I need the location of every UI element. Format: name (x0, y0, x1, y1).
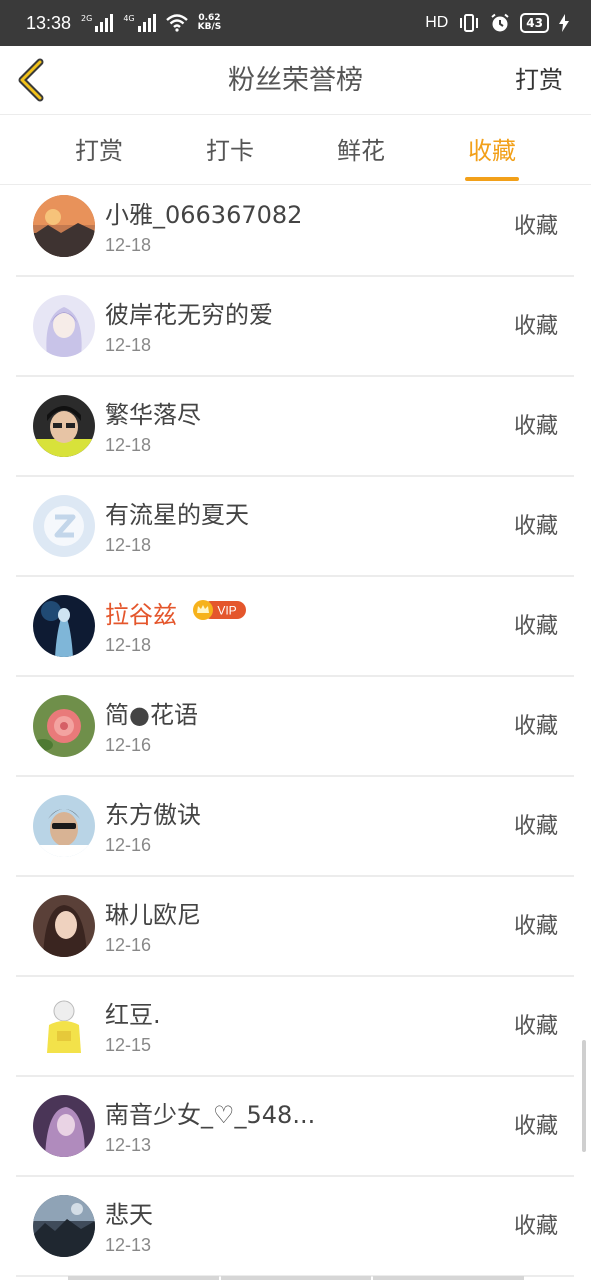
avatar[interactable] (33, 895, 95, 957)
signal-icon-sim2: 4G (123, 14, 156, 32)
fans-list: 小雅_066367082 12-18 收藏 彼岸花无穷的爱 12-18 收藏 繁… (16, 177, 574, 1277)
list-item[interactable]: 悲天 12-13 收藏 (16, 1177, 574, 1277)
favorite-label: 收藏 (513, 1114, 558, 1139)
avatar[interactable] (33, 795, 95, 857)
bottom-divider (68, 1276, 525, 1280)
reward-button[interactable]: 打赏 (515, 46, 563, 115)
user-date: 12-16 (105, 835, 152, 855)
list-item[interactable]: 繁华落尽 12-18 收藏 (16, 377, 574, 477)
user-name: 红豆. (105, 1001, 161, 1029)
user-date: 12-18 (105, 235, 152, 255)
vip-badge-icon: VIP (193, 600, 246, 620)
sim1-label: 2G (81, 14, 93, 23)
favorite-label: 收藏 (513, 714, 558, 739)
list-item[interactable]: 彼岸花无穷的爱 12-18 收藏 (16, 277, 574, 377)
net-speed: 0.62 KB/S (198, 14, 222, 32)
hd-indicator: HD (425, 14, 449, 31)
favorite-label: 收藏 (513, 1214, 558, 1239)
wifi-icon (165, 14, 188, 32)
user-name: 悲天 (105, 1201, 153, 1229)
favorite-label: 收藏 (513, 514, 558, 539)
signal-icon-sim1: 2G (81, 14, 114, 32)
nav-bar: 粉丝荣誉榜 打赏 (0, 46, 591, 115)
sim2-label: 4G (123, 14, 135, 23)
tab-favorites[interactable]: 收藏 (437, 115, 547, 185)
list-item[interactable]: 南音少女_♡_548... 12-13 收藏 (16, 1077, 574, 1177)
user-date: 12-13 (105, 1235, 152, 1255)
status-right: HD 43 (425, 13, 569, 33)
list-item[interactable]: 琳儿欧尼 12-16 收藏 (16, 877, 574, 977)
user-name: 繁华落尽 (105, 401, 201, 429)
user-date: 12-16 (105, 735, 152, 755)
list-item[interactable]: 东方傲诀 12-16 收藏 (16, 777, 574, 877)
tab-bar: 打赏 打卡 鲜花 收藏 (0, 115, 591, 185)
user-name: 琳儿欧尼 (105, 901, 201, 929)
net-speed-unit: KB/S (197, 22, 222, 32)
list-item[interactable]: 拉谷兹 VIP 12-18 收藏 (16, 577, 574, 677)
favorite-label: 收藏 (513, 614, 558, 639)
tab-flowers[interactable]: 鲜花 (306, 115, 416, 185)
status-time: 13:38 (26, 12, 72, 33)
avatar[interactable] (33, 595, 95, 657)
user-name: 彼岸花无穷的爱 (105, 301, 273, 329)
tab-checkin[interactable]: 打卡 (175, 115, 285, 185)
favorite-label: 收藏 (513, 814, 558, 839)
vip-badge-label: VIP (217, 604, 236, 618)
tab-reward[interactable]: 打赏 (44, 115, 154, 185)
list-item[interactable]: 简●花语 12-16 收藏 (16, 677, 574, 777)
list-item[interactable]: 小雅_066367082 12-18 收藏 (16, 177, 574, 277)
avatar[interactable] (33, 1195, 95, 1257)
vibrate-icon (460, 14, 479, 32)
favorite-label: 收藏 (513, 414, 558, 439)
list-item[interactable]: 红豆. 12-15 收藏 (16, 977, 574, 1077)
user-date: 12-15 (105, 1035, 152, 1055)
avatar[interactable] (33, 995, 95, 1057)
user-name: 南音少女_♡_548... (105, 1101, 316, 1129)
battery-icon: 43 (520, 13, 549, 33)
user-date: 12-18 (105, 335, 152, 355)
favorite-label: 收藏 (513, 314, 558, 339)
avatar[interactable] (33, 295, 95, 357)
avatar[interactable] (33, 495, 95, 557)
user-date: 12-16 (105, 935, 152, 955)
favorite-label: 收藏 (513, 214, 558, 239)
avatar[interactable] (33, 195, 95, 257)
status-left: 13:38 2G 4G 0.62 KB/S (26, 13, 221, 34)
charging-icon (559, 14, 569, 32)
user-name: 拉谷兹 (105, 601, 177, 629)
list-item[interactable]: 有流星的夏天 12-18 收藏 (16, 477, 574, 577)
page-title: 粉丝荣誉榜 (228, 65, 363, 96)
alarm-icon (491, 13, 509, 32)
avatar[interactable] (33, 1095, 95, 1157)
avatar[interactable] (33, 395, 95, 457)
user-name: 简●花语 (105, 701, 198, 729)
user-date: 12-13 (105, 1135, 152, 1155)
user-date: 12-18 (105, 435, 152, 455)
user-name: 东方傲诀 (105, 801, 201, 829)
tab-favorites-label: 收藏 (468, 137, 516, 165)
user-name: 小雅_066367082 (105, 201, 303, 229)
avatar[interactable] (33, 695, 95, 757)
user-name: 有流星的夏天 (105, 501, 249, 529)
scrollbar[interactable] (582, 1040, 586, 1152)
favorite-label: 收藏 (513, 1014, 558, 1039)
user-date: 12-18 (105, 535, 152, 555)
favorite-label: 收藏 (513, 914, 558, 939)
user-date: 12-18 (105, 635, 152, 655)
status-bar: 13:38 2G 4G 0.62 KB/S HD 43 (0, 0, 591, 46)
